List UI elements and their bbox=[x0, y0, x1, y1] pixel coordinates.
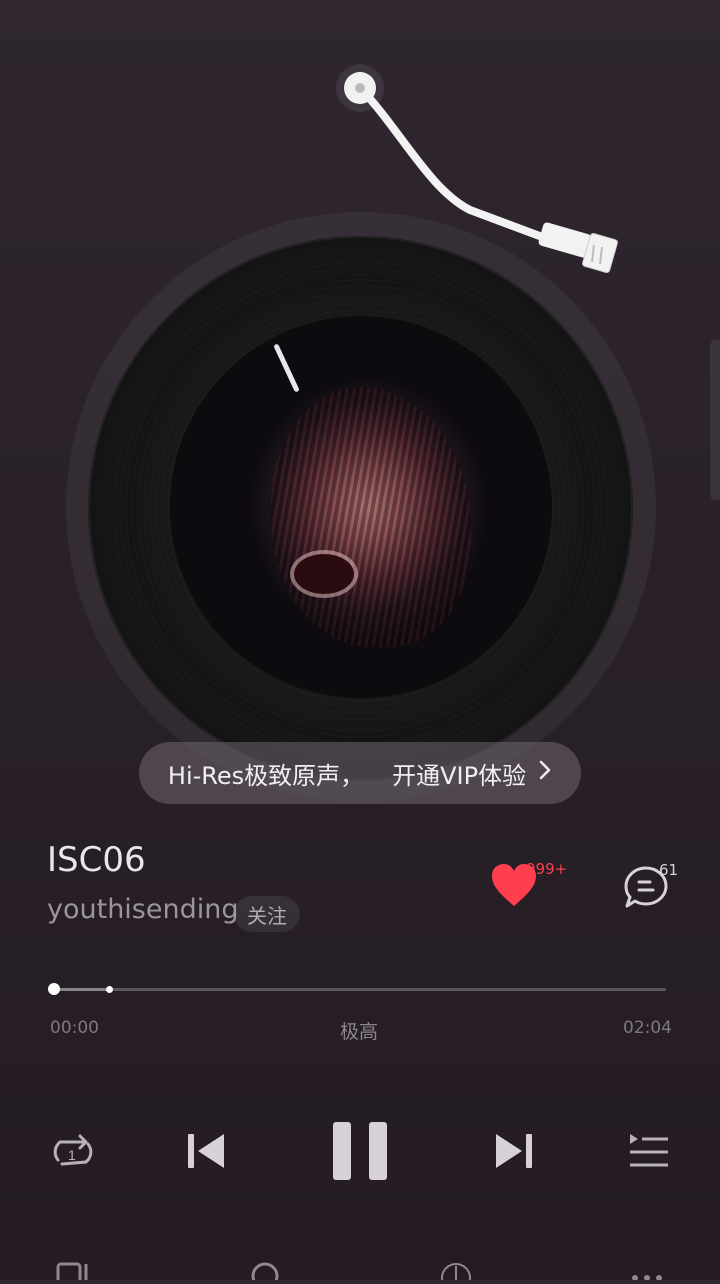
svg-text:1: 1 bbox=[68, 1147, 76, 1163]
chevron-right-icon bbox=[538, 759, 552, 787]
song-title: ISC06 bbox=[47, 840, 146, 880]
total-duration: 02:04 bbox=[623, 1018, 672, 1038]
bottom-action-bar bbox=[0, 1256, 720, 1284]
playlist-icon[interactable] bbox=[628, 1132, 670, 1174]
tonearm bbox=[358, 86, 618, 273]
skip-previous-icon[interactable] bbox=[186, 1131, 226, 1175]
hires-vip-banner[interactable]: Hi-Res极致原声， 开通VIP体验 bbox=[139, 742, 581, 804]
banner-right-text: 开通VIP体验 bbox=[392, 761, 527, 790]
progress-knob[interactable] bbox=[48, 983, 60, 995]
cover-hair bbox=[271, 387, 471, 647]
buffer-indicator bbox=[106, 986, 114, 993]
comment-count: 61 bbox=[659, 861, 679, 879]
progress-track[interactable] bbox=[54, 988, 666, 991]
follow-button[interactable]: 关注 bbox=[234, 896, 300, 932]
side-drawer-handle[interactable] bbox=[710, 340, 720, 500]
repeat-one-icon[interactable]: 1 bbox=[50, 1130, 96, 1176]
cover-light-streak bbox=[273, 343, 300, 393]
tonearm-pivot-center bbox=[355, 83, 365, 93]
album-cover bbox=[176, 322, 546, 692]
quality-label[interactable]: 极高 bbox=[340, 1017, 378, 1044]
pause-icon[interactable] bbox=[331, 1120, 389, 1186]
banner-left-text: Hi-Res极致原声， bbox=[167, 761, 365, 790]
skip-next-icon[interactable] bbox=[494, 1131, 534, 1175]
cover-mouth bbox=[294, 554, 354, 594]
progress-buffer bbox=[54, 988, 110, 991]
like-count: 999+ bbox=[526, 860, 568, 878]
elapsed-time: 00:00 bbox=[50, 1018, 99, 1038]
artist-name[interactable]: youthisending bbox=[47, 894, 239, 925]
